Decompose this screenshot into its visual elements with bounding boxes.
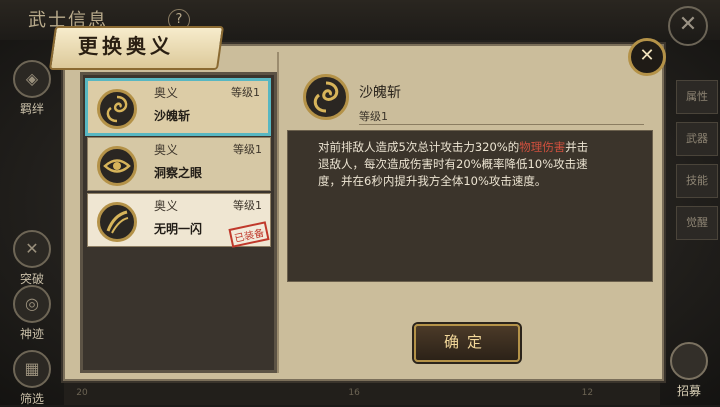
desc-text-1: 对前排敌人造成5次总计攻击力320%的	[318, 140, 520, 154]
detail-skill-level: 等级1	[359, 110, 388, 123]
recruit-button[interactable]: 招募	[666, 342, 712, 399]
roster-number: 12	[581, 388, 594, 398]
skill-name: 无明一闪	[154, 222, 203, 236]
eye-icon	[97, 146, 137, 186]
detail-skill-name: 沙魄斩	[359, 85, 401, 101]
detail-divider	[359, 124, 644, 125]
slash-icon	[97, 202, 137, 242]
left-menu: ◈ 羁绊 ✕ 突破 ◎ 神迹 ▦ 筛选	[0, 60, 64, 407]
filter-icon: ▦	[13, 350, 51, 388]
skill-detail-panel: 沙魄斩 等级1 对前排敌人造成5次总计攻击力320%的物理伤害并击退敌人，每次造…	[281, 52, 657, 373]
miracle-icon: ◎	[13, 285, 51, 323]
skill-category: 奥义	[154, 199, 179, 213]
close-icon[interactable]: ✕	[628, 38, 666, 76]
menu-label: 羁绊	[19, 102, 44, 116]
dialog-title: 更换奥义	[78, 34, 174, 58]
menu-item-breakthrough[interactable]: ✕ 突破	[8, 230, 56, 287]
equipped-stamp: 已装备	[228, 221, 270, 248]
change-skill-dialog: 奥义 等级1 沙魄斩 奥义 等级1 洞察之眼 奥义 等级1 无明一闪 已装备 沙…	[63, 44, 664, 381]
tab-skills[interactable]: 技能	[676, 164, 718, 198]
roster-number: 20	[76, 388, 88, 398]
tab-attributes[interactable]: 属性	[676, 80, 718, 114]
skill-item-dongchazhiyan[interactable]: 奥义 等级1 洞察之眼	[87, 137, 271, 191]
skill-level: 等级1	[233, 199, 262, 212]
breakthrough-icon: ✕	[13, 230, 51, 268]
right-tabs: 属性 武器 技能 觉醒	[676, 80, 720, 248]
skill-list: 奥义 等级1 沙魄斩 奥义 等级1 洞察之眼 奥义 等级1 无明一闪 已装备	[80, 72, 277, 373]
confirm-button[interactable]: 确定	[414, 324, 520, 362]
skill-name: 沙魄斩	[154, 109, 191, 123]
bond-icon: ◈	[13, 60, 51, 98]
skill-item-shapozhan[interactable]: 奥义 等级1 沙魄斩	[85, 78, 271, 136]
panel-divider	[277, 52, 279, 373]
skill-level: 等级1	[233, 143, 262, 156]
recruit-icon	[670, 342, 708, 380]
tab-awaken[interactable]: 觉醒	[676, 206, 718, 240]
swirl-icon	[303, 74, 349, 120]
menu-item-bond[interactable]: ◈ 羁绊	[8, 60, 56, 117]
skill-item-wumingyishan[interactable]: 奥义 等级1 无明一闪 已装备	[87, 193, 271, 248]
skill-level: 等级1	[231, 86, 260, 99]
menu-item-filter[interactable]: ▦ 筛选	[8, 350, 56, 407]
skill-category: 奥义	[154, 86, 179, 100]
skill-description: 对前排敌人造成5次总计攻击力320%的物理伤害并击退敌人，每次造成伤害时有20%…	[318, 139, 598, 190]
bottom-roster-strip: 20 16 12	[64, 380, 660, 405]
swirl-icon	[97, 89, 137, 129]
skill-name: 洞察之眼	[154, 166, 203, 180]
menu-label: 突破	[19, 272, 44, 286]
tab-weapon[interactable]: 武器	[676, 122, 718, 156]
skill-description-box: 对前排敌人造成5次总计攻击力320%的物理伤害并击退敌人，每次造成伤害时有20%…	[287, 130, 653, 282]
screen-close-button[interactable]: ✕	[668, 6, 708, 46]
skill-category: 奥义	[154, 143, 179, 157]
menu-label: 筛选	[19, 392, 44, 406]
recruit-label: 招募	[676, 384, 701, 398]
menu-label: 神迹	[19, 327, 44, 341]
menu-item-miracle[interactable]: ◎ 神迹	[8, 285, 56, 342]
desc-highlight: 物理伤害	[519, 140, 566, 154]
roster-number: 16	[348, 388, 360, 398]
